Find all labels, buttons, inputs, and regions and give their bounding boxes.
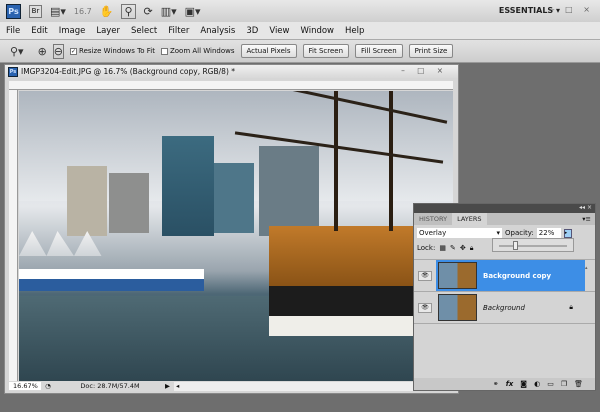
opacity-label: Opacity: [505, 229, 534, 237]
menu-view[interactable]: View [269, 26, 289, 36]
layer-thumbnail [438, 262, 477, 289]
layer-row-background-copy[interactable]: 👁︎ Background copy [414, 260, 595, 292]
layer-lock-icon: 🔒︎ [569, 303, 573, 311]
opacity-slider-thumb[interactable] [513, 241, 518, 250]
adjustment-icon[interactable]: ◐ [534, 380, 540, 388]
lock-position-icon[interactable]: ✥ [460, 244, 466, 252]
opacity-field[interactable]: 22% [536, 228, 561, 238]
options-bar: ⚲▾ ⊕ ⊖ ✓ Resize Windows To Fit Zoom All W… [0, 39, 600, 63]
status-info-icon[interactable]: ◔ [41, 382, 55, 390]
zoom-percentage-field[interactable]: 16.67% [9, 382, 41, 390]
link-icon[interactable]: ⚭ [493, 380, 499, 388]
layers-panel: ◂◂ × HISTORY LAYERS ▾≡ Overlay ▾ Opacity:… [413, 203, 596, 391]
zoom-all-windows-checkbox[interactable]: Zoom All Windows [160, 47, 235, 55]
hand-tool-icon[interactable]: ✋ [100, 5, 114, 18]
rotate-view-icon[interactable]: ⟳ [144, 5, 153, 18]
new-layer-icon[interactable]: ❐ [561, 380, 567, 388]
menu-layer[interactable]: Layer [96, 26, 120, 36]
document-window-controls[interactable]: – □ × [401, 66, 448, 75]
trash-icon[interactable]: 🗑︎ [574, 380, 583, 388]
zoom-tool-icon[interactable]: ⚲ [121, 3, 136, 19]
layer-thumbnail [438, 294, 477, 321]
lock-label: Lock: [417, 244, 436, 252]
view-extras-icon[interactable]: ▤▾ [50, 5, 66, 18]
visibility-eye-icon[interactable]: 👁︎ [418, 270, 432, 281]
horizontal-ruler [9, 81, 453, 90]
menu-filter[interactable]: Filter [168, 26, 189, 36]
menu-bar: File Edit Image Layer Select Filter Anal… [0, 22, 600, 39]
menu-help[interactable]: Help [345, 26, 364, 36]
fit-screen-button[interactable]: Fit Screen [302, 44, 350, 58]
zoom-level-select[interactable]: 16.7 [74, 7, 92, 16]
visibility-eye-icon[interactable]: 👁︎ [418, 302, 432, 313]
document-size: Doc: 28.7M/57.4M [80, 382, 140, 390]
tab-history[interactable]: HISTORY [414, 213, 452, 225]
arrange-documents-icon[interactable]: ▥▾ [161, 5, 177, 18]
mask-icon[interactable]: ◙ [520, 380, 527, 388]
print-size-button[interactable]: Print Size [408, 44, 454, 58]
layer-name: Background copy [483, 271, 552, 280]
fx-icon[interactable]: fx [506, 380, 514, 388]
chevron-down-icon: ▾ [496, 229, 500, 237]
zoom-in-icon[interactable]: ⊕ [38, 45, 47, 58]
menu-analysis[interactable]: Analysis [200, 26, 235, 36]
document-icon: Ps [8, 66, 18, 77]
menu-image[interactable]: Image [59, 26, 86, 36]
lock-transparency-icon[interactable]: ▦ [439, 244, 446, 252]
menu-select[interactable]: Select [131, 26, 157, 36]
panel-collapse-controls[interactable]: ◂◂ × [414, 204, 595, 213]
menu-window[interactable]: Window [300, 26, 334, 36]
layers-panel-footer: ⚭ fx ◙ ◐ ▭ ❐ 🗑︎ [414, 378, 595, 390]
status-bar: 16.67% ◔ Doc: 28.7M/57.4M ▶ ◂ [9, 381, 456, 391]
application-bar: Ps Br ▤▾ 16.7 ✋ ⚲ ⟳ ▥▾ ▣▾ ESSENTIALS ▾ –… [0, 0, 600, 22]
lock-all-icon[interactable]: 🔒︎ [470, 244, 474, 253]
canvas-image[interactable] [19, 91, 453, 381]
layer-row-background[interactable]: 👁︎ Background 🔒︎ [414, 292, 595, 324]
window-controls[interactable]: – □ × [551, 5, 594, 14]
panel-menu-icon[interactable]: ▾≡ [578, 213, 595, 225]
photoshop-logo: Ps [6, 3, 21, 19]
document-title: IMGP3204-Edit.JPG @ 16.7% (Background co… [21, 67, 236, 76]
vertical-ruler [9, 90, 18, 381]
lock-pixels-icon[interactable]: ✎ [450, 244, 456, 252]
opacity-slider-toggle[interactable]: ▸ [563, 228, 572, 238]
status-menu-arrow-icon[interactable]: ▶ [165, 382, 170, 390]
folder-icon[interactable]: ▭ [547, 380, 554, 388]
screen-mode-icon[interactable]: ▣▾ [185, 5, 201, 18]
fill-screen-button[interactable]: Fill Screen [355, 44, 403, 58]
menu-file[interactable]: File [6, 26, 20, 36]
document-title-bar[interactable]: Ps IMGP3204-Edit.JPG @ 16.7% (Background… [5, 65, 458, 78]
bridge-button[interactable]: Br [29, 4, 42, 18]
document-window: Ps IMGP3204-Edit.JPG @ 16.7% (Background… [4, 64, 459, 394]
zoom-tool-preset-icon[interactable]: ⚲▾ [10, 45, 24, 58]
tab-layers[interactable]: LAYERS [452, 213, 487, 225]
menu-3d[interactable]: 3D [246, 26, 258, 36]
blend-mode-select[interactable]: Overlay ▾ [417, 228, 502, 238]
menu-edit[interactable]: Edit [31, 26, 47, 36]
resize-windows-checkbox[interactable]: ✓ Resize Windows To Fit [70, 47, 155, 55]
opacity-slider[interactable] [492, 238, 574, 252]
actual-pixels-button[interactable]: Actual Pixels [240, 44, 297, 58]
zoom-out-icon[interactable]: ⊖ [52, 43, 65, 59]
layers-scrollbar[interactable]: ▴ [585, 265, 593, 372]
layer-name: Background [483, 303, 525, 312]
